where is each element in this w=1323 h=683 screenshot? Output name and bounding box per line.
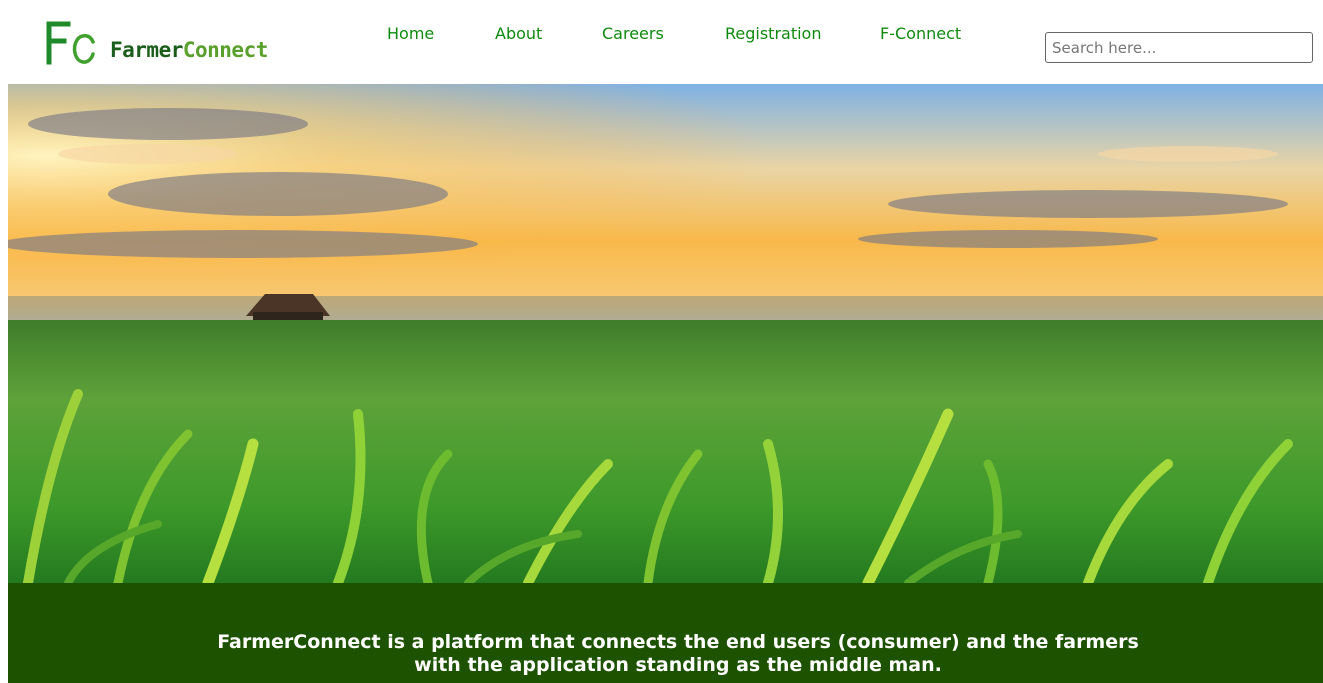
nav-link-home[interactable]: Home [387, 24, 434, 43]
intro-text: FarmerConnect is a platform that connect… [8, 631, 1323, 677]
nav-link-about[interactable]: About [495, 24, 542, 43]
hero-image [8, 84, 1323, 583]
brand-name: FarmerConnect [110, 38, 268, 62]
nav-link-f-connect[interactable]: F-Connect [880, 24, 961, 43]
site-header: FarmerConnect Home About Careers Registr… [0, 0, 1323, 84]
brand-name-part2: Connect [182, 38, 269, 62]
farmerconnect-logo-icon [46, 21, 95, 65]
nav-link-careers[interactable]: Careers [602, 24, 664, 43]
intro-banner: FarmerConnect is a platform that connect… [8, 583, 1323, 683]
intro-text-line-2: with the application standing as the mid… [414, 654, 942, 676]
nav-link-registration[interactable]: Registration [725, 24, 821, 43]
brand-name-part1: Farmer [110, 38, 183, 62]
logo-link[interactable]: FarmerConnect [46, 20, 268, 66]
intro-text-line-1: FarmerConnect is a platform that connect… [217, 631, 1139, 653]
search-input[interactable] [1045, 32, 1313, 63]
